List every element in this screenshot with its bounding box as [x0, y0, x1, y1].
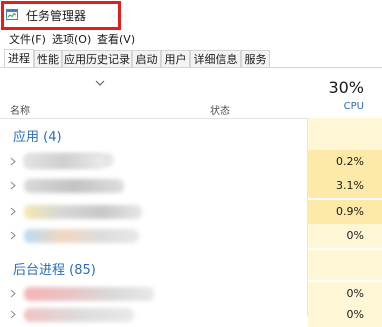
column-status[interactable]: 状态	[210, 102, 230, 117]
chevron-right-icon[interactable]	[10, 157, 16, 166]
tab-processes[interactable]: 进程	[4, 49, 34, 67]
column-name[interactable]: 名称	[10, 102, 30, 117]
tab-bar: 进程 性能 应用历史记录 启动 用户 详细信息 服务	[0, 49, 382, 68]
process-row[interactable]: 0%	[0, 303, 382, 327]
chevron-right-icon[interactable]	[10, 289, 16, 298]
process-name-blurred	[24, 179, 124, 193]
cpu-value: 0.9%	[336, 205, 364, 218]
tab-users[interactable]: 用户	[161, 50, 190, 67]
process-row[interactable]: 0.2%	[0, 150, 382, 174]
cpu-value: 0%	[346, 308, 364, 321]
chevron-right-icon[interactable]	[10, 310, 16, 319]
tab-startup[interactable]: 启动	[132, 50, 161, 67]
column-cpu[interactable]: CPU	[344, 101, 364, 112]
tab-details[interactable]: 详细信息	[190, 50, 241, 67]
tab-performance[interactable]: 性能	[34, 50, 62, 67]
cpu-value: 0.2%	[336, 155, 364, 168]
group-title-apps: 应用 (4)	[13, 130, 62, 145]
chevron-right-icon[interactable]	[10, 181, 16, 190]
chevron-down-icon[interactable]	[95, 80, 105, 86]
cpu-cell: 3.1%	[308, 174, 382, 198]
cpu-cell: 0%	[308, 303, 382, 327]
group-title-background: 后台进程 (85)	[13, 263, 96, 278]
process-row[interactable]: 3.1%	[0, 174, 382, 198]
chevron-right-icon[interactable]	[10, 231, 16, 240]
process-name-blurred	[24, 287, 154, 301]
process-name-blurred	[24, 155, 104, 169]
chevron-right-icon[interactable]	[10, 207, 16, 216]
process-name-blurred	[24, 205, 142, 219]
cpu-column-bg	[308, 118, 382, 148]
tab-services[interactable]: 服务	[241, 50, 270, 67]
process-row[interactable]: 0%	[0, 224, 382, 248]
cpu-cell: 0%	[308, 224, 382, 248]
cpu-column-bg	[308, 250, 382, 280]
menu-file[interactable]: 文件(F)	[9, 31, 46, 47]
menu-bar: 文件(F) 选项(O) 查看(V)	[0, 30, 382, 46]
cpu-cell: 0.9%	[308, 200, 382, 224]
menu-options[interactable]: 选项(O)	[52, 31, 91, 47]
column-header	[0, 68, 382, 119]
cpu-value: 3.1%	[336, 179, 364, 192]
tab-app-history[interactable]: 应用历史记录	[62, 50, 132, 67]
title-highlight-box	[1, 1, 121, 30]
cpu-value: 0%	[346, 229, 364, 242]
cpu-total-percent[interactable]: 30%	[328, 78, 364, 97]
process-row[interactable]: 0.9%	[0, 200, 382, 224]
process-name-blurred	[24, 229, 139, 243]
process-name-blurred	[24, 308, 134, 322]
cpu-value: 0%	[346, 287, 364, 300]
cpu-cell: 0.2%	[308, 150, 382, 174]
menu-view[interactable]: 查看(V)	[97, 31, 135, 47]
